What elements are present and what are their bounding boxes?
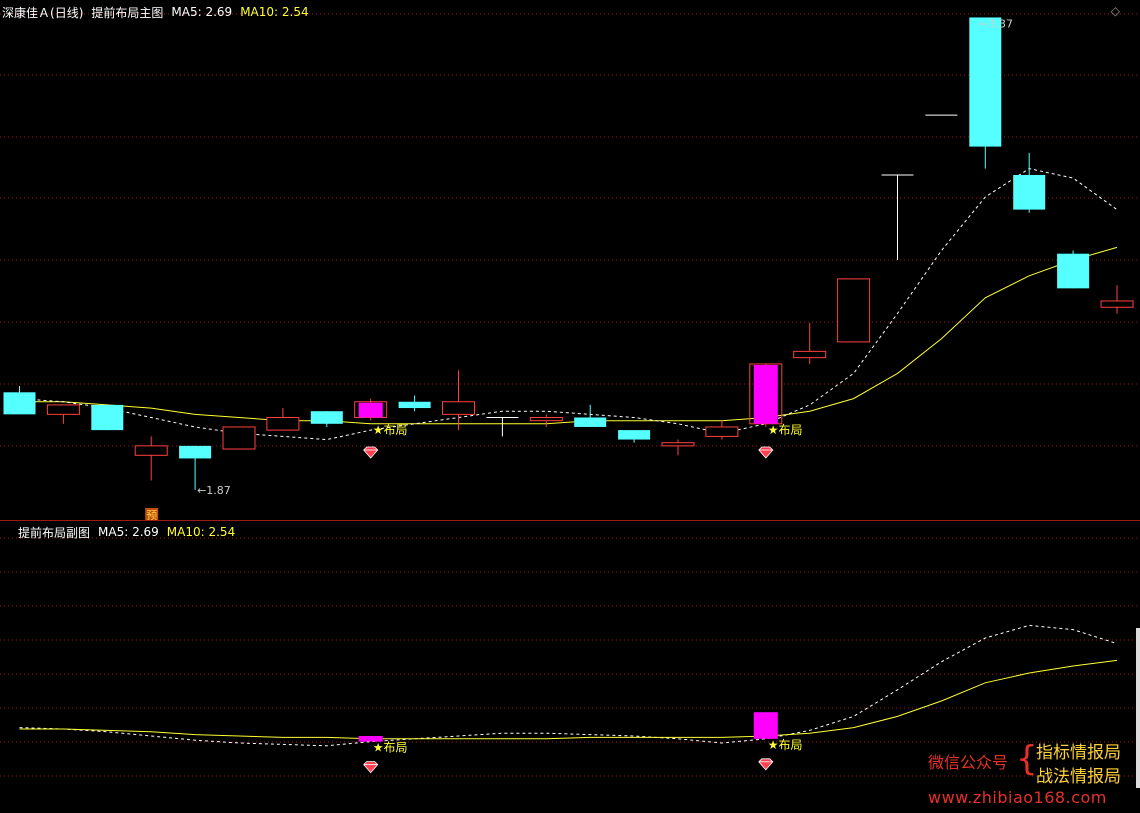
gem-icon	[758, 446, 774, 459]
main-indicator-name[interactable]: 提前布局主图	[91, 4, 163, 21]
candle-body-down	[1013, 174, 1046, 210]
candle-body-down	[179, 445, 212, 459]
gem-icon	[363, 761, 379, 774]
candle-body-up	[46, 404, 80, 415]
sub-ma10-line	[19, 659, 1118, 740]
candle-body-down	[574, 417, 607, 427]
signal-label: ★布局	[373, 423, 408, 437]
candle-body-up	[705, 426, 739, 437]
gem-shape	[363, 761, 379, 774]
candle-body-down	[91, 404, 124, 431]
candle-body-up	[1100, 300, 1134, 308]
main-ma5-line	[19, 168, 1118, 441]
watermark-line1: 指标情报局	[1036, 743, 1121, 763]
candle-body-up	[837, 278, 871, 343]
period-label[interactable]: (日线)	[50, 4, 83, 21]
sub-ma10-value: MA10: 2.54	[166, 525, 236, 539]
main-chart-panel[interactable]: ←3.37 ←1.87 预 ★布局 ★布局 深康佳Ａ (日线) 提前布局主图 MA5: …	[0, 0, 1140, 521]
sub-indicator-name[interactable]: 提前布局副图	[18, 524, 90, 541]
gem-shape	[363, 446, 379, 459]
sub-ma5-line	[19, 624, 1118, 747]
gem-icon	[363, 446, 379, 459]
gem-icon	[758, 758, 774, 771]
main-ma5-value: MA5: 2.69	[171, 5, 233, 19]
candle-body-down	[1057, 253, 1090, 289]
main-chart-svg[interactable]: ←3.37←1.87预★布局 ★布局	[0, 0, 1140, 521]
watermark-brace: {	[1016, 739, 1038, 779]
main-ma10-line	[19, 246, 1118, 425]
gem-shape	[758, 758, 774, 771]
candle-body-up	[529, 417, 563, 422]
candle-body-down	[398, 401, 431, 409]
candle-body-down	[618, 430, 651, 440]
chart-window: ←3.37 ←1.87 预 ★布局 ★布局 深康佳Ａ (日线) 提前布局主图 MA5: …	[0, 0, 1140, 813]
gem-shape	[758, 446, 774, 459]
sub-signal-label: ★布局	[373, 741, 408, 755]
signal-label: ★布局	[768, 423, 803, 437]
candle-body-up	[134, 445, 168, 456]
signal-candle-body	[753, 364, 778, 424]
main-header: 深康佳Ａ (日线) 提前布局主图 MA5: 2.69 MA10: 2.54	[2, 4, 309, 20]
watermark-line2: 战法情报局	[1036, 767, 1121, 787]
candle-body-up	[266, 417, 300, 431]
signal-candle-body	[358, 402, 383, 418]
candle-body-down	[969, 17, 1002, 147]
candle-body-up	[793, 350, 827, 359]
candle-body-up	[222, 426, 256, 450]
diamond-icon[interactable]: ◇	[1111, 4, 1120, 18]
sub-ma5-value: MA5: 2.69	[98, 525, 159, 539]
high-price-label: ←3.37	[979, 17, 1013, 30]
stock-name[interactable]: 深康佳Ａ	[2, 4, 50, 21]
scrollbar-handle[interactable]	[1136, 628, 1140, 788]
watermark-wechat: 微信公众号	[928, 753, 1009, 772]
candle-body-up	[661, 442, 695, 447]
watermark-url: www.zhibiao168.com	[928, 788, 1107, 807]
candle-body-up	[442, 401, 475, 415]
sub-signal-label: ★布局	[768, 738, 803, 752]
low-price-label: ←1.87	[197, 484, 231, 497]
sub-header: 提前布局副图 MA5: 2.69 MA10: 2.54	[18, 524, 235, 540]
candle-body-down	[3, 392, 36, 415]
sub-signal-bar	[753, 712, 778, 739]
candle-body-down	[310, 411, 343, 424]
main-ma10-value: MA10: 2.54	[240, 5, 309, 19]
